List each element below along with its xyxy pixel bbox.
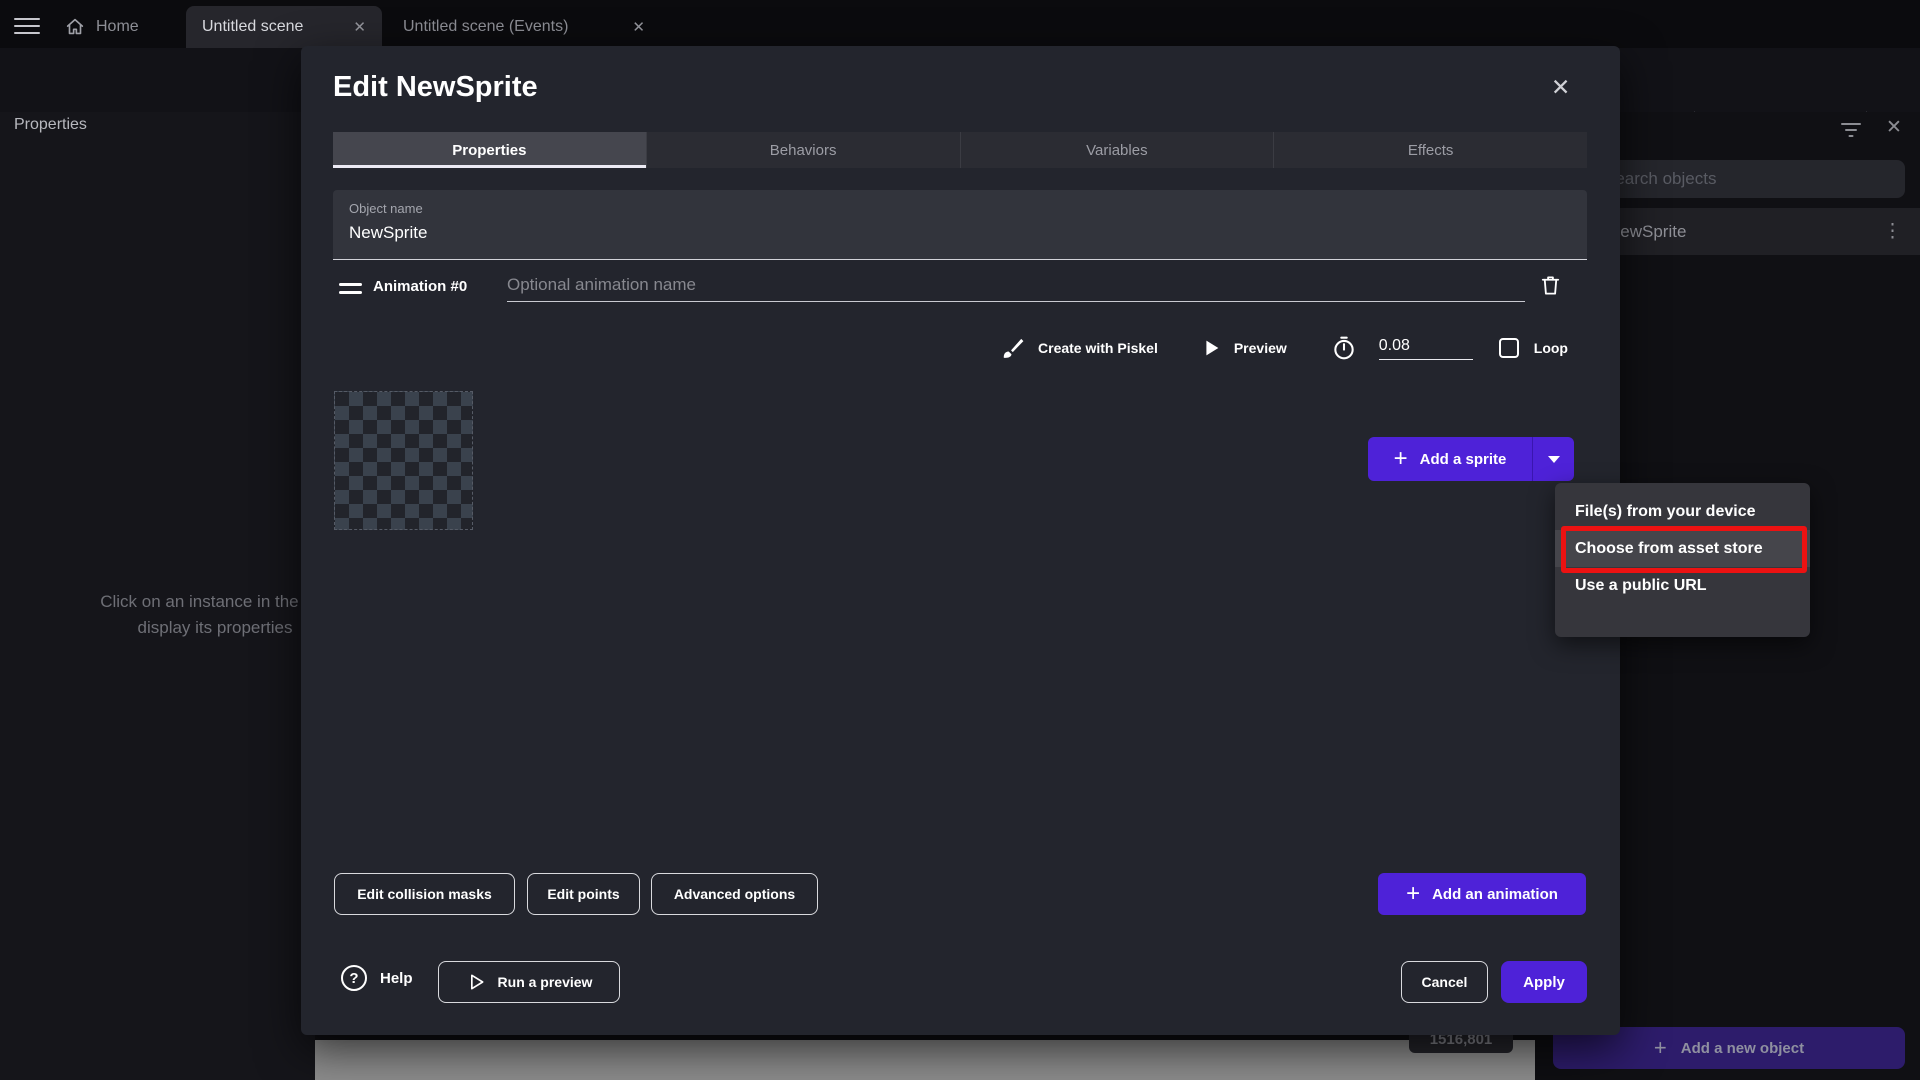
loop-checkbox[interactable] (1499, 338, 1519, 358)
object-list-item[interactable]: NewSprite ⋮ (1580, 208, 1920, 255)
annotation-highlight-box (1561, 526, 1807, 573)
search-objects-field[interactable] (1592, 160, 1905, 198)
help-label: Help (380, 970, 413, 987)
animation-name-input[interactable] (507, 268, 1525, 302)
add-sprite-label: Add a sprite (1420, 451, 1507, 468)
tab-untitled-scene-events[interactable]: Untitled scene (Events) ✕ (387, 6, 661, 48)
object-name-field-label: Object name (349, 201, 423, 216)
play-icon (1200, 337, 1222, 359)
object-name-field[interactable]: Object name NewSprite (333, 190, 1587, 260)
tab-untitled-scene-label: Untitled scene (202, 18, 303, 36)
add-sprite-dropdown-button[interactable] (1532, 437, 1574, 481)
run-a-preview-label: Run a preview (498, 974, 593, 990)
search-objects-input[interactable] (1592, 160, 1905, 198)
tab-properties[interactable]: Properties (333, 132, 647, 168)
apply-button[interactable]: Apply (1501, 961, 1587, 1003)
run-a-preview-button[interactable]: Run a preview (438, 961, 620, 1003)
close-dialog-icon[interactable]: ✕ (1551, 74, 1570, 101)
drag-handle-icon[interactable] (339, 283, 362, 299)
edit-object-dialog: Edit NewSprite ✕ Properties Behaviors Va… (301, 46, 1620, 1035)
tab-behaviors[interactable]: Behaviors (647, 132, 961, 168)
filter-icon[interactable] (1840, 122, 1862, 138)
tab-untitled-scene[interactable]: Untitled scene ✕ (186, 6, 382, 48)
add-sprite-button[interactable]: + Add a sprite (1368, 437, 1532, 481)
tab-variables[interactable]: Variables (961, 132, 1275, 168)
preview-button[interactable]: Preview (1234, 340, 1287, 356)
close-tab-icon[interactable]: ✕ (353, 18, 366, 36)
tab-untitled-scene-events-label: Untitled scene (Events) (403, 18, 568, 36)
advanced-options-button[interactable]: Advanced options (651, 873, 818, 915)
edit-points-button[interactable]: Edit points (527, 873, 640, 915)
menu-item-files-from-device[interactable]: File(s) from your device (1555, 493, 1810, 530)
add-new-object-label: Add a new object (1681, 1040, 1804, 1057)
create-with-piskel-button[interactable]: Create with Piskel (1038, 340, 1158, 356)
main-menu-icon[interactable] (14, 13, 40, 39)
dialog-tabs: Properties Behaviors Variables Effects (333, 132, 1587, 168)
edit-collision-masks-button[interactable]: Edit collision masks (334, 873, 515, 915)
tab-home-label: Home (96, 18, 139, 36)
tab-effects[interactable]: Effects (1274, 132, 1587, 168)
add-sprite-split-button: + Add a sprite (1368, 437, 1574, 481)
plus-icon: + (1654, 1035, 1667, 1061)
kebab-menu-icon[interactable]: ⋮ (1883, 220, 1920, 243)
home-icon (64, 16, 86, 38)
object-name-field-value: NewSprite (349, 223, 427, 243)
scene-canvas[interactable] (315, 1040, 1535, 1080)
top-tab-bar: Home Untitled scene ✕ Untitled scene (Ev… (0, 0, 1920, 48)
chevron-down-icon (1547, 454, 1561, 464)
animation-controls-row: Create with Piskel Preview Loop (1000, 330, 1568, 366)
cancel-button[interactable]: Cancel (1401, 961, 1488, 1003)
brush-icon (1000, 335, 1026, 361)
close-tab-icon[interactable]: ✕ (632, 18, 645, 36)
plus-icon: + (1394, 445, 1408, 473)
plus-icon: + (1406, 882, 1420, 906)
add-animation-button[interactable]: + Add an animation (1378, 873, 1586, 915)
app-window: Home Untitled scene ✕ Untitled scene (Ev… (0, 0, 1920, 1080)
loop-label: Loop (1534, 340, 1568, 356)
empty-sprite-placeholder[interactable] (334, 391, 473, 530)
stopwatch-icon (1331, 335, 1357, 361)
properties-panel-title: Properties (14, 116, 87, 134)
animation-label: Animation #0 (373, 278, 467, 295)
play-outline-icon (466, 972, 486, 992)
tab-home[interactable]: Home (48, 6, 155, 48)
animation-name-field[interactable] (507, 268, 1525, 302)
close-panel-icon[interactable]: ✕ (1886, 116, 1902, 139)
add-animation-label: Add an animation (1432, 886, 1558, 903)
time-between-frames-input[interactable] (1379, 337, 1473, 360)
help-button[interactable]: ? Help (341, 965, 413, 991)
help-icon: ? (341, 965, 367, 991)
delete-animation-icon[interactable] (1539, 274, 1562, 297)
dialog-title: Edit NewSprite (333, 71, 538, 104)
